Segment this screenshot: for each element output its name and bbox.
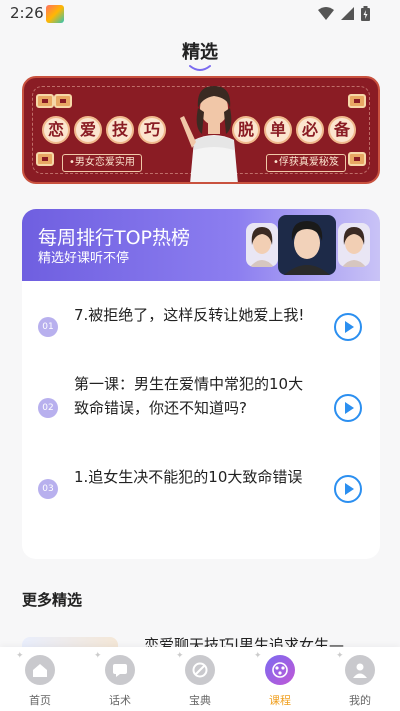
book-icon xyxy=(185,655,215,685)
ranking-item[interactable]: 01 7.被拒绝了，这样反转让她爱上我! xyxy=(22,303,380,359)
chat-icon xyxy=(105,655,135,685)
banner-right-tag: •俘获真爱秘笈 xyxy=(266,154,346,172)
nav-item-home[interactable]: ✦ 首页 xyxy=(0,647,80,711)
slogan-char: 单 xyxy=(264,116,292,144)
course-title: 1.追女生决不能犯的10大致命错误 xyxy=(74,468,303,486)
course-title: 7.被拒绝了，这样反转让她爱上我! xyxy=(74,306,305,324)
banner-left-tag: •男女恋爱实用 xyxy=(62,154,142,172)
wifi-icon xyxy=(318,7,334,20)
sparkle-decoration: ✦ xyxy=(176,651,184,661)
status-time: 2:26 xyxy=(10,4,44,22)
coin-decoration-icon xyxy=(54,94,72,108)
course-icon xyxy=(265,655,295,685)
slogan-char: 巧 xyxy=(138,116,166,144)
play-icon[interactable] xyxy=(334,313,362,341)
sparkle-decoration: ✦ xyxy=(16,651,24,661)
home-icon xyxy=(25,655,55,685)
slogan-char: 恋 xyxy=(42,116,70,144)
notification-app-icon xyxy=(46,5,64,23)
nav-item-scripts[interactable]: ✦ 话术 xyxy=(80,647,160,711)
nav-label: 我的 xyxy=(349,694,371,707)
ranking-subtitle: 精选好课听不停 xyxy=(38,251,130,266)
title-underline-arc xyxy=(189,65,211,71)
slogan-char: 技 xyxy=(106,116,134,144)
coin-decoration-icon xyxy=(36,152,54,166)
nav-item-profile[interactable]: ✦ 我的 xyxy=(320,647,400,711)
profile-icon xyxy=(345,655,375,685)
nav-label: 宝典 xyxy=(189,694,211,707)
battery-icon xyxy=(361,6,370,21)
slogan-char: 必 xyxy=(296,116,324,144)
ranking-item[interactable]: 02 第一课：男生在爱情中常犯的10大致命错误，你还不知道吗? xyxy=(22,372,380,444)
play-icon[interactable] xyxy=(334,394,362,422)
teacher-avatar-image xyxy=(338,223,370,267)
more-section-title: 更多精选 xyxy=(22,591,83,609)
coin-decoration-icon xyxy=(348,152,366,166)
rank-number: 01 xyxy=(38,317,58,337)
nav-label: 首页 xyxy=(29,694,51,707)
promo-banner[interactable]: 恋 爱 技 巧 脱 单 必 备 •男女恋爱实用 •俘获真爱秘笈 xyxy=(22,76,380,184)
bottom-nav: ✦ 首页 ✦ 话术 ✦ 宝典 ✦ 课程 ✦ 我的 xyxy=(0,647,400,711)
play-icon[interactable] xyxy=(334,475,362,503)
coin-decoration-icon xyxy=(348,94,366,108)
slogan-char: 备 xyxy=(328,116,356,144)
sparkle-decoration: ✦ xyxy=(254,651,262,661)
presenter-woman-image xyxy=(180,86,238,182)
course-title: 第一课：男生在爱情中常犯的10大致命错误，你还不知道吗? xyxy=(74,375,304,417)
page-title: 精选 xyxy=(182,42,218,63)
ranking-title: 每周排行TOP热榜 xyxy=(38,227,191,249)
status-bar: 2:26 xyxy=(0,0,400,28)
ranking-item[interactable]: 03 1.追女生决不能犯的10大致命错误 xyxy=(22,465,380,521)
nav-item-handbook[interactable]: ✦ 宝典 xyxy=(160,647,240,711)
rank-number: 03 xyxy=(38,479,58,499)
nav-label: 话术 xyxy=(109,694,131,707)
teacher-avatar-image xyxy=(246,223,278,267)
teacher-avatar-featured-image xyxy=(278,215,336,275)
banner-left-slogan: 恋 爱 技 巧 xyxy=(42,116,166,144)
sparkle-decoration: ✦ xyxy=(336,651,344,661)
nav-item-courses[interactable]: ✦ 课程 xyxy=(240,647,320,711)
weekly-ranking-card: 每周排行TOP热榜 精选好课听不停 01 7.被拒绝了，这样反转让她爱上我! 0… xyxy=(22,209,380,559)
nav-label: 课程 xyxy=(269,694,291,707)
coin-decoration-icon xyxy=(36,94,54,108)
signal-icon xyxy=(341,7,354,20)
sparkle-decoration: ✦ xyxy=(94,651,102,661)
slogan-char: 爱 xyxy=(74,116,102,144)
rank-number: 02 xyxy=(38,398,58,418)
ranking-header[interactable]: 每周排行TOP热榜 精选好课听不停 xyxy=(22,209,380,281)
